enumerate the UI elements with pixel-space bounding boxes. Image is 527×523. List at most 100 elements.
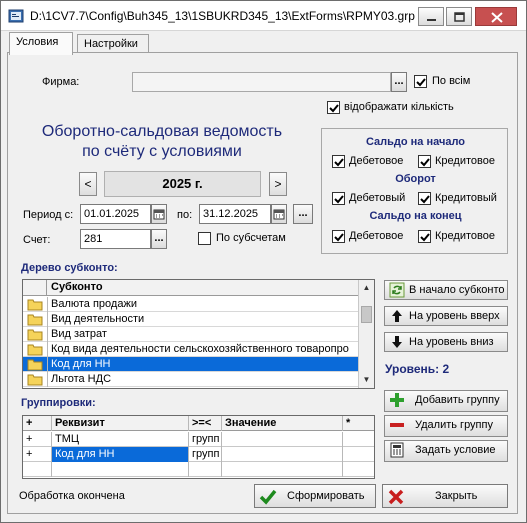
firm-select-button[interactable]: ...: [391, 72, 407, 92]
to-subconto-start-button[interactable]: В начало субконто: [384, 280, 508, 300]
tree-row[interactable]: Льгота НДС: [23, 372, 359, 387]
refresh-icon: [389, 282, 405, 298]
tree-row[interactable]: Вид затрат: [23, 327, 359, 342]
turnover-title: Оборот: [395, 173, 436, 185]
app-window: D:\1CV7.7\Config\Buh345_13\1SBUKRD345_13…: [0, 0, 527, 523]
minus-icon: [390, 423, 404, 427]
saldo-start-debit-label: Дебетовое: [349, 155, 404, 167]
tree-row-label: Код вида деятельности сельскохозяйственн…: [51, 343, 349, 355]
row-value: [222, 447, 343, 462]
tree-row[interactable]: Вид деятельности: [23, 312, 359, 327]
saldo-start-credit-checkbox[interactable]: [418, 155, 431, 168]
saldo-end-credit-checkbox[interactable]: [418, 230, 431, 243]
tree-scrollbar[interactable]: ▲ ▼: [358, 280, 374, 388]
generate-report-button[interactable]: Сформировать: [254, 484, 376, 508]
arrow-up-icon: [392, 310, 402, 322]
next-year-button[interactable]: >: [269, 172, 287, 196]
show-quantity-label: відображати кількість: [344, 101, 454, 113]
saldo-start-debit-checkbox[interactable]: [332, 155, 345, 168]
period-from-label: Период с:: [23, 209, 74, 221]
groupings-header-row: + Реквизит >=< Значение *: [23, 416, 374, 431]
close-window-button[interactable]: [475, 7, 517, 26]
folder-icon: [27, 359, 43, 371]
report-title-line2: по счёту с условиями: [82, 143, 242, 160]
window-title: D:\1CV7.7\Config\Buh345_13\1SBUKRD345_13…: [30, 9, 415, 23]
period-to-field[interactable]: 31.12.2025: [199, 204, 271, 224]
row-operator: групп: [189, 447, 222, 462]
generate-report-label: Сформировать: [287, 490, 365, 502]
saldo-options-group: Сальдо на начало Дебетовое Кредитовое Об…: [321, 128, 508, 254]
app-icon: [8, 9, 24, 23]
level-up-button[interactable]: На уровень вверх: [384, 306, 508, 326]
row-operator: групп: [189, 432, 222, 447]
turnover-debit-label: Дебетовый: [349, 192, 406, 204]
all-firms-checkbox[interactable]: [414, 75, 427, 88]
row-value: [222, 432, 343, 447]
column-header-plus: +: [23, 416, 52, 431]
tree-row-label: Код для НН: [51, 358, 111, 370]
tree-row[interactable]: Валюта продажи: [23, 297, 359, 312]
period-to-label: по:: [177, 209, 193, 221]
column-header-value: Значение: [222, 416, 343, 431]
tree-row-label: Валюта продажи: [51, 298, 137, 310]
row-star: [343, 447, 374, 462]
minimize-button[interactable]: [418, 7, 444, 26]
plus-icon: [390, 393, 404, 407]
tree-row[interactable]: Код вида деятельности сельскохозяйственн…: [23, 342, 359, 357]
period-more-button[interactable]: ...: [293, 204, 313, 224]
account-select-button[interactable]: ...: [151, 229, 167, 249]
report-title-line1: Оборотно-сальдовая ведомость: [41, 123, 283, 140]
firm-field[interactable]: [132, 72, 391, 92]
add-group-button[interactable]: Добавить группу: [384, 390, 508, 412]
scroll-up-arrow-icon[interactable]: ▲: [359, 280, 374, 296]
saldo-end-title: Сальдо на конец: [369, 210, 462, 222]
level-indicator: Уровень: 2: [385, 362, 450, 376]
scroll-down-arrow-icon[interactable]: ▼: [359, 372, 374, 388]
to-subconto-start-label: В начало субконто: [409, 284, 505, 296]
tree-row-selected[interactable]: Код для НН: [23, 357, 359, 372]
account-label: Счет:: [23, 234, 51, 246]
saldo-end-debit-label: Дебетовое: [349, 230, 404, 242]
saldo-end-debit-checkbox[interactable]: [332, 230, 345, 243]
tree-row-label: Льгота НДС: [51, 373, 112, 385]
tab-settings[interactable]: Настройки: [77, 34, 149, 54]
close-button[interactable]: Закрыть: [382, 484, 508, 508]
account-field[interactable]: 281: [80, 229, 151, 249]
turnover-credit-checkbox[interactable]: [418, 192, 431, 205]
folder-icon: [27, 374, 43, 386]
maximize-button[interactable]: [446, 7, 472, 26]
subaccounts-checkbox[interactable]: [198, 232, 211, 245]
row-star: [343, 432, 374, 447]
title-bar[interactable]: D:\1CV7.7\Config\Buh345_13\1SBUKRD345_13…: [1, 1, 526, 31]
subconto-column-header: Субконто: [51, 281, 103, 293]
folder-icon: [27, 299, 43, 311]
row-field: ТМЦ: [52, 432, 189, 447]
set-condition-button[interactable]: Задать условие: [384, 440, 508, 462]
saldo-start-title: Сальдо на начало: [365, 136, 466, 148]
prev-year-button[interactable]: <: [79, 172, 97, 196]
period-from-field[interactable]: 01.01.2025: [80, 204, 151, 224]
remove-group-button[interactable]: Удалить группу: [384, 415, 508, 437]
saldo-end-credit-label: Кредитовое: [435, 230, 495, 242]
period-to-calendar-icon[interactable]: [271, 204, 287, 224]
subconto-tree-label: Дерево субконто:: [21, 262, 118, 274]
table-row-selected[interactable]: + Код для НН групп: [23, 447, 374, 462]
tree-row-label: Вид деятельности: [51, 313, 145, 325]
table-row-empty[interactable]: [23, 462, 374, 477]
turnover-credit-label: Кредитовый: [435, 192, 497, 204]
subconto-tree[interactable]: Субконто Валюта продажи Вид деятельности…: [22, 279, 375, 389]
column-header-field: Реквизит: [52, 416, 189, 431]
show-quantity-checkbox[interactable]: [327, 101, 340, 114]
folder-icon: [27, 329, 43, 341]
tab-conditions[interactable]: Условия: [9, 32, 73, 55]
row-plus: +: [23, 447, 52, 462]
table-row[interactable]: + ТМЦ групп: [23, 432, 374, 447]
level-down-button[interactable]: На уровень вниз: [384, 332, 508, 352]
arrow-down-icon: [392, 336, 402, 348]
turnover-debit-checkbox[interactable]: [332, 192, 345, 205]
status-text: Обработка окончена: [19, 490, 125, 502]
period-from-calendar-icon[interactable]: [151, 204, 167, 224]
scroll-thumb[interactable]: [361, 306, 372, 323]
column-header-operator: >=<: [189, 416, 222, 431]
groupings-table[interactable]: + Реквизит >=< Значение * + ТМЦ групп + …: [22, 415, 375, 479]
